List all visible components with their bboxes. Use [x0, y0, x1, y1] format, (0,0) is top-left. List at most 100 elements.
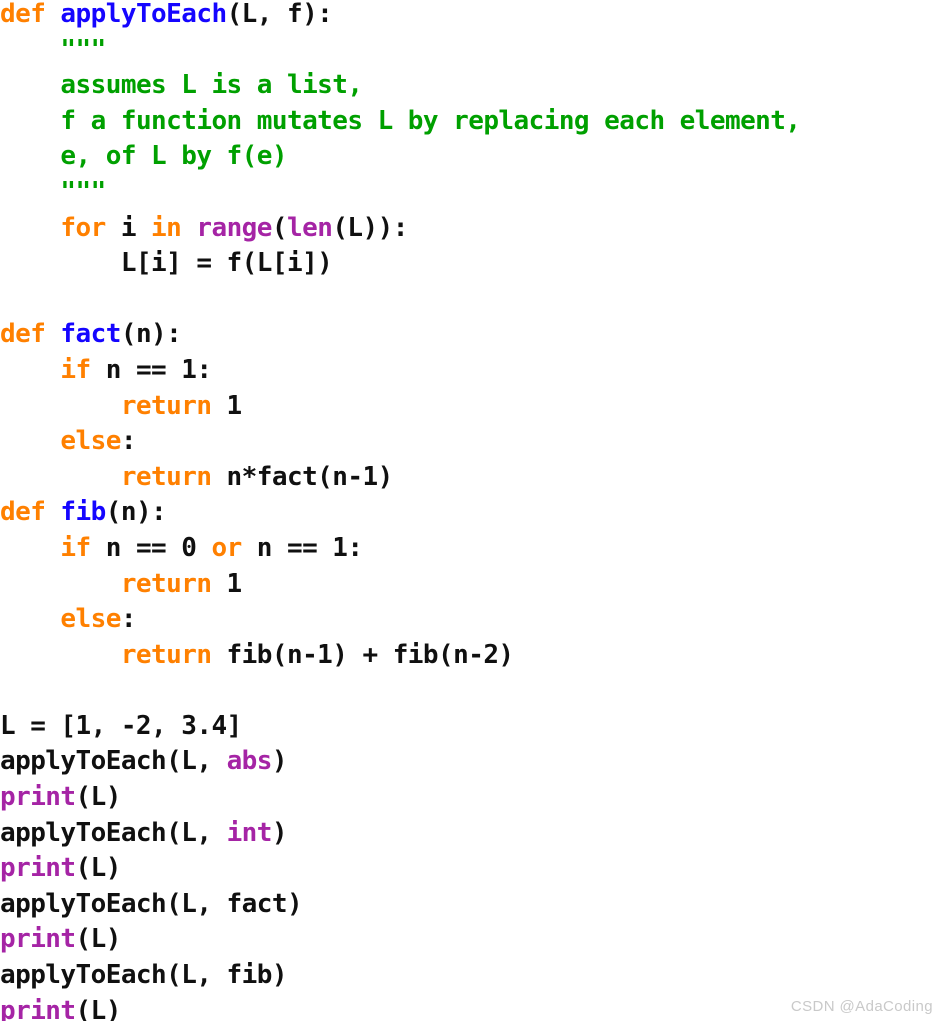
code-token: applyToEach(L, fact)	[0, 888, 303, 919]
code-token: abs	[226, 746, 273, 777]
code-line[interactable]	[0, 673, 947, 709]
code-token: )	[271, 817, 288, 848]
code-token: e, of L by f(e)	[60, 141, 287, 172]
code-token: for	[60, 212, 106, 243]
code-line[interactable]: def fact(n):	[0, 317, 947, 353]
code-line[interactable]: if n == 0 or n == 1:	[0, 531, 947, 567]
code-token: in	[151, 212, 182, 243]
code-token: return	[120, 390, 212, 421]
code-token: :	[120, 426, 137, 457]
code-token: n == 1:	[90, 354, 212, 385]
code-token: f a function mutates L by replacing each…	[60, 105, 801, 136]
code-line[interactable]: assumes L is a list,	[0, 68, 947, 104]
code-token: n == 0	[90, 532, 212, 563]
code-token: def	[0, 319, 61, 350]
code-token: assumes L is a list,	[60, 70, 363, 101]
code-token: print	[0, 853, 76, 884]
code-line[interactable]: else:	[0, 602, 947, 638]
code-token: )	[271, 746, 288, 777]
code-token: return	[120, 639, 212, 670]
code-token: if	[60, 532, 91, 563]
code-token: (L)	[75, 924, 122, 955]
code-token: (n):	[105, 497, 167, 528]
code-token: print	[0, 995, 76, 1021]
code-token: i	[105, 212, 152, 243]
code-token: fact	[60, 319, 121, 350]
code-line[interactable]: return fib(n-1) + fib(n-2)	[0, 638, 947, 674]
code-line[interactable]: f a function mutates L by replacing each…	[0, 104, 947, 140]
code-line[interactable]: e, of L by f(e)	[0, 139, 947, 175]
code-token: if	[60, 354, 91, 385]
code-line[interactable]: applyToEach(L, fib)	[0, 958, 947, 994]
code-token: or	[211, 532, 242, 563]
code-token: range	[196, 212, 272, 243]
code-token: applyToEach	[60, 0, 227, 29]
code-screenshot: def applyToEach(L, f): """ assumes L is …	[0, 0, 947, 1021]
code-token: else	[60, 426, 121, 457]
code-line[interactable]: return 1	[0, 389, 947, 425]
code-token: (L)	[75, 995, 122, 1021]
code-token: applyToEach(L,	[0, 817, 227, 848]
code-token: n*fact(n-1)	[211, 461, 394, 492]
code-token: return	[120, 568, 212, 599]
code-token: :	[120, 604, 137, 635]
code-token: L[i] = f(L[i])	[0, 248, 333, 279]
code-token: (n):	[120, 319, 182, 350]
code-line[interactable]: L[i] = f(L[i])	[0, 246, 947, 282]
code-token: applyToEach(L,	[0, 746, 227, 777]
code-token: return	[120, 461, 212, 492]
code-token: 1	[211, 390, 243, 421]
code-token: applyToEach(L, fib)	[0, 960, 288, 991]
code-token: (L)	[75, 853, 122, 884]
code-line[interactable]: return 1	[0, 567, 947, 603]
code-token: 1	[211, 568, 243, 599]
code-token: def	[0, 497, 61, 528]
code-token: """	[60, 176, 106, 207]
code-line[interactable]: print(L)	[0, 922, 947, 958]
code-token: n == 1:	[241, 532, 363, 563]
code-token: (L)):	[332, 212, 408, 243]
code-line[interactable]: def fib(n):	[0, 495, 947, 531]
code-token: fib(n-1) + fib(n-2)	[211, 639, 515, 670]
code-line[interactable]	[0, 282, 947, 318]
code-line[interactable]: else:	[0, 424, 947, 460]
code-token: def	[0, 0, 61, 29]
code-token: print	[0, 782, 76, 813]
code-token: fib	[60, 497, 106, 528]
code-line[interactable]: for i in range(len(L)):	[0, 211, 947, 247]
code-token: L = [1, -2, 3.4]	[0, 710, 242, 741]
code-token: int	[226, 817, 273, 848]
code-line[interactable]: print(L)	[0, 851, 947, 887]
code-line[interactable]: """	[0, 175, 947, 211]
code-line[interactable]: """	[0, 33, 947, 69]
code-line[interactable]: print(L)	[0, 780, 947, 816]
code-token: print	[0, 924, 76, 955]
code-line[interactable]: applyToEach(L, int)	[0, 816, 947, 852]
code-line[interactable]: def applyToEach(L, f):	[0, 0, 947, 33]
watermark-label: CSDN @AdaCoding	[790, 998, 933, 1015]
code-line[interactable]: L = [1, -2, 3.4]	[0, 709, 947, 745]
code-token: len	[287, 212, 333, 243]
code-token: (	[271, 212, 288, 243]
code-line[interactable]: applyToEach(L, abs)	[0, 744, 947, 780]
code-line[interactable]: return n*fact(n-1)	[0, 460, 947, 496]
code-token: """	[60, 34, 106, 65]
code-line[interactable]: applyToEach(L, fact)	[0, 887, 947, 923]
code-block[interactable]: def applyToEach(L, f): """ assumes L is …	[0, 0, 947, 1021]
code-line[interactable]: if n == 1:	[0, 353, 947, 389]
